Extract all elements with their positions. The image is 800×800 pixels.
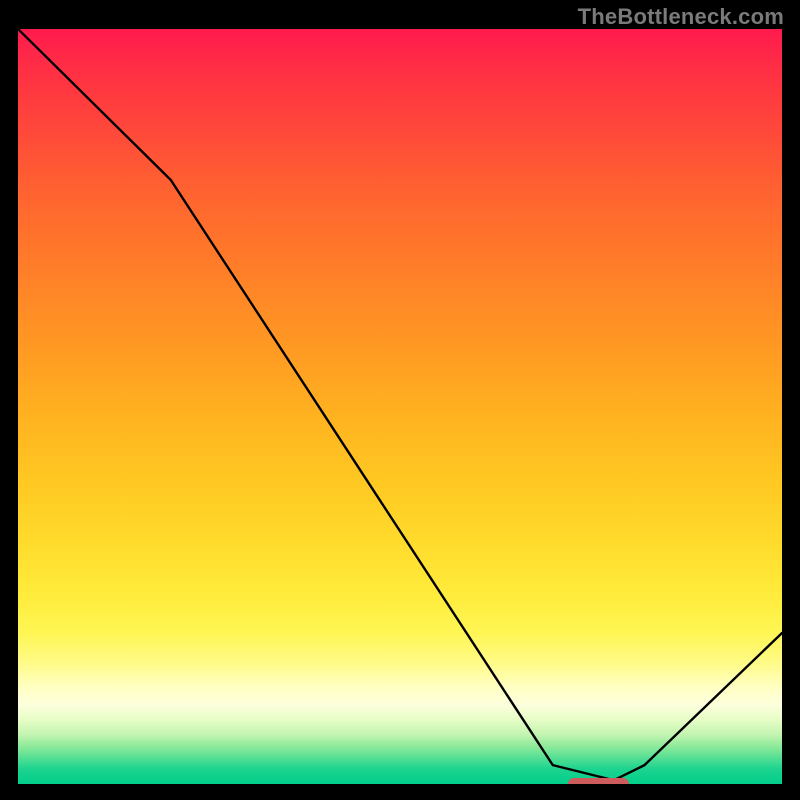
plot-area bbox=[18, 29, 782, 784]
optimal-range-marker bbox=[568, 778, 629, 784]
watermark-text: TheBottleneck.com bbox=[578, 4, 784, 30]
chart-frame: TheBottleneck.com bbox=[0, 0, 800, 800]
bottleneck-curve bbox=[18, 29, 782, 784]
